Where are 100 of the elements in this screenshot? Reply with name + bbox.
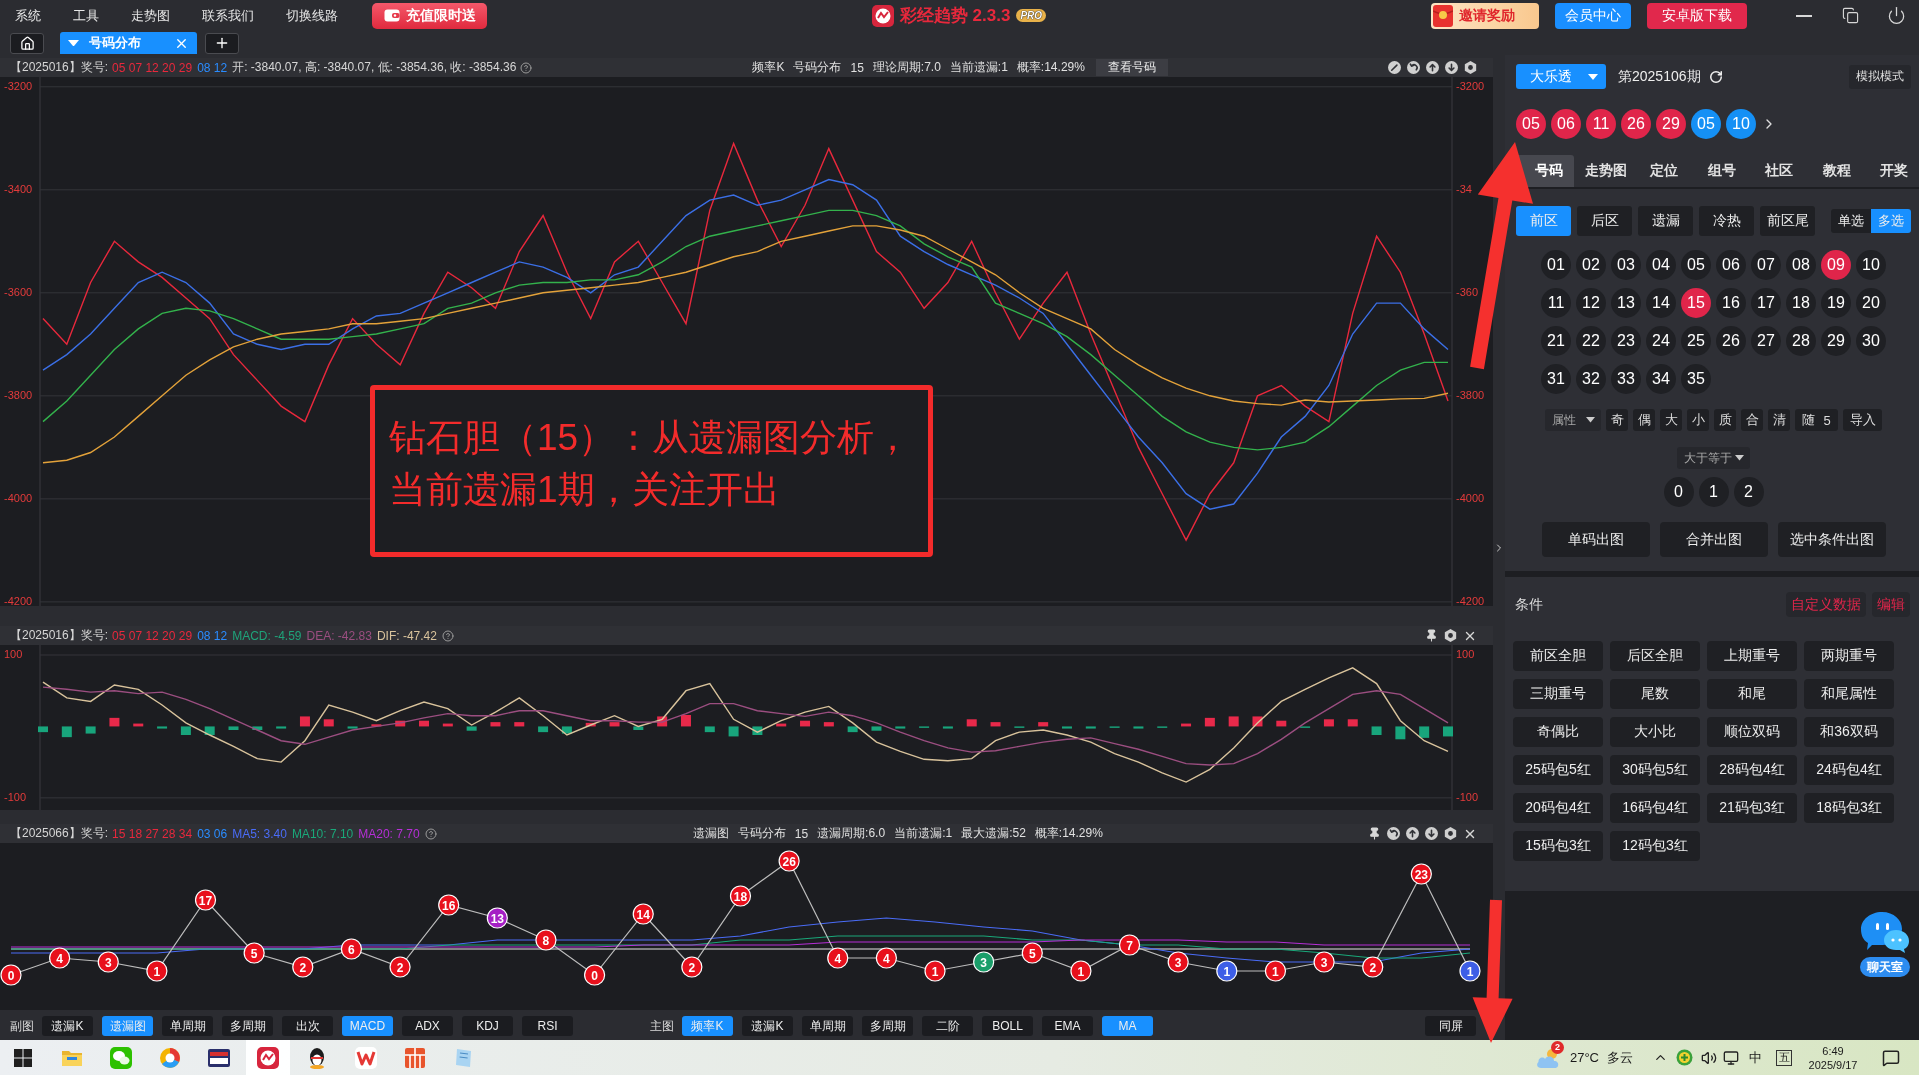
panel-tab[interactable]: 走势图 [1573, 155, 1632, 187]
filter-button[interactable]: 清 [1768, 409, 1790, 431]
condition-button[interactable]: 24码包4红 [1804, 755, 1894, 785]
view-numbers-button[interactable]: 查看号码 [1095, 59, 1168, 76]
number-ball[interactable]: 16 [1716, 288, 1746, 318]
network-icon[interactable] [1723, 1049, 1739, 1066]
chart-type-button[interactable]: KDJ [462, 1016, 513, 1036]
number-ball[interactable]: 13 [1611, 288, 1641, 318]
volume-icon[interactable] [1701, 1049, 1717, 1066]
number-ball[interactable]: 04 [1646, 250, 1676, 280]
keyboard-layout[interactable]: 五 [1776, 1049, 1792, 1066]
number-ball[interactable]: 01 [1541, 250, 1571, 280]
number-ball[interactable]: 02 [1576, 250, 1606, 280]
menu-item[interactable]: 系统 [7, 3, 49, 28]
menu-item[interactable]: 走势图 [123, 3, 178, 28]
filter-button[interactable]: 大 [1660, 409, 1682, 431]
number-ball[interactable]: 30 [1856, 326, 1886, 356]
condition-button[interactable]: 大小比 [1610, 717, 1700, 747]
refresh-icon[interactable] [1708, 69, 1723, 84]
help-icon[interactable] [441, 629, 454, 642]
number-ball[interactable]: 28 [1786, 326, 1816, 356]
chat-bubbles-icon[interactable] [1861, 912, 1909, 954]
number-ball[interactable]: 33 [1611, 364, 1641, 394]
input-method[interactable]: 中 [1749, 1048, 1762, 1067]
chart-type-button[interactable]: 多周期 [222, 1016, 273, 1036]
settings-icon[interactable] [1444, 827, 1457, 840]
help-icon[interactable] [424, 827, 437, 840]
condition-button[interactable]: 前区全胆 [1513, 641, 1603, 671]
condition-button[interactable]: 三期重号 [1513, 679, 1603, 709]
number-ball[interactable]: 06 [1716, 250, 1746, 280]
condition-button[interactable]: 两期重号 [1804, 641, 1894, 671]
number-ball[interactable]: 22 [1576, 326, 1606, 356]
number-ball[interactable]: 09 [1821, 250, 1851, 280]
chart-type-button[interactable]: BOLL [982, 1016, 1033, 1036]
panel-tab[interactable]: 定位 [1631, 155, 1689, 187]
clock-time[interactable]: 6:49 [1822, 1043, 1844, 1058]
panel-tab[interactable]: 组号 [1688, 155, 1747, 187]
chart-type-button[interactable]: ADX [402, 1016, 453, 1036]
number-ball[interactable]: 35 [1681, 364, 1711, 394]
condition-button[interactable]: 21码包3红 [1707, 793, 1797, 823]
random-button[interactable]: 随 5 [1795, 409, 1838, 431]
number-ball[interactable]: 32 [1576, 364, 1606, 394]
number-ball[interactable]: 24 [1646, 326, 1676, 356]
chart-type-button[interactable]: 遗漏K [742, 1016, 793, 1036]
condition-button[interactable]: 和尾 [1707, 679, 1797, 709]
chart-type-button[interactable]: 二阶 [922, 1016, 973, 1036]
number-ball[interactable]: 11 [1541, 288, 1571, 318]
add-tab-button[interactable] [205, 32, 239, 54]
number-ball[interactable]: 25 [1681, 326, 1711, 356]
filter-button[interactable]: 偶 [1633, 409, 1655, 431]
pin-icon[interactable] [1368, 827, 1381, 840]
simulation-mode-button[interactable]: 模拟模式 [1849, 64, 1911, 89]
invite-reward-button[interactable]: 邀请奖励 [1431, 2, 1539, 29]
condition-button[interactable]: 奇偶比 [1513, 717, 1603, 747]
number-ball[interactable]: 08 [1786, 250, 1816, 280]
number-ball[interactable]: 12 [1576, 288, 1606, 318]
count-option[interactable]: 0 [1663, 477, 1694, 507]
pencil-icon[interactable] [1388, 61, 1401, 74]
pin-icon[interactable] [1425, 629, 1438, 642]
notification-icon[interactable] [1882, 1048, 1900, 1067]
number-ball[interactable]: 07 [1751, 250, 1781, 280]
condition-button[interactable]: 30码包5红 [1610, 755, 1700, 785]
chart-type-button[interactable]: 出次 [282, 1016, 333, 1036]
select-mode-button[interactable]: 单选 [1831, 209, 1871, 233]
number-ball[interactable]: 20 [1856, 288, 1886, 318]
condition-button[interactable]: 上期重号 [1707, 641, 1797, 671]
condition-button[interactable]: 16码包4红 [1610, 793, 1700, 823]
number-ball[interactable]: 19 [1821, 288, 1851, 318]
zone-tab[interactable]: 后区 [1577, 206, 1632, 236]
undo-icon[interactable] [1387, 827, 1400, 840]
chart-type-button[interactable]: 单周期 [162, 1016, 213, 1036]
plus-badge-icon[interactable] [1676, 1049, 1693, 1066]
condition-button[interactable]: 后区全胆 [1610, 641, 1700, 671]
number-ball[interactable]: 14 [1646, 288, 1676, 318]
condition-button[interactable]: 12码包3红 [1610, 831, 1700, 861]
count-option[interactable]: 1 [1698, 477, 1729, 507]
panel-tab[interactable]: 教程 [1803, 155, 1862, 187]
filter-button[interactable]: 小 [1687, 409, 1709, 431]
arrow-down-icon[interactable] [1445, 61, 1458, 74]
chart-action-button[interactable]: 单码出图 [1541, 522, 1650, 557]
help-icon[interactable] [520, 61, 533, 74]
zone-tab[interactable]: 遗漏 [1638, 206, 1693, 236]
condition-button[interactable]: 25码包5红 [1513, 755, 1603, 785]
condition-button[interactable]: 顺位双码 [1707, 717, 1797, 747]
attribute-dropdown[interactable]: 属性 [1545, 409, 1601, 431]
menu-item[interactable]: 联系我们 [194, 3, 262, 28]
number-ball[interactable]: 10 [1856, 250, 1886, 280]
menu-item[interactable]: 切换线路 [278, 3, 346, 28]
settings-icon[interactable] [1444, 629, 1457, 642]
panel-tab[interactable]: 开奖 [1861, 155, 1919, 187]
chart-type-button[interactable]: 遗漏K [42, 1016, 93, 1036]
compare-dropdown[interactable]: 大于等于 [1677, 447, 1750, 469]
chart-action-button[interactable]: 选中条件出图 [1777, 522, 1886, 557]
filter-button[interactable]: 合 [1741, 409, 1763, 431]
condition-button[interactable]: 20码包4红 [1513, 793, 1603, 823]
sync-screen-button[interactable]: 同屏 [1425, 1016, 1476, 1036]
undo-icon[interactable] [1407, 61, 1420, 74]
number-ball[interactable]: 27 [1751, 326, 1781, 356]
clock-date[interactable]: 2025/9/17 [1808, 1057, 1858, 1072]
number-ball[interactable]: 23 [1611, 326, 1641, 356]
